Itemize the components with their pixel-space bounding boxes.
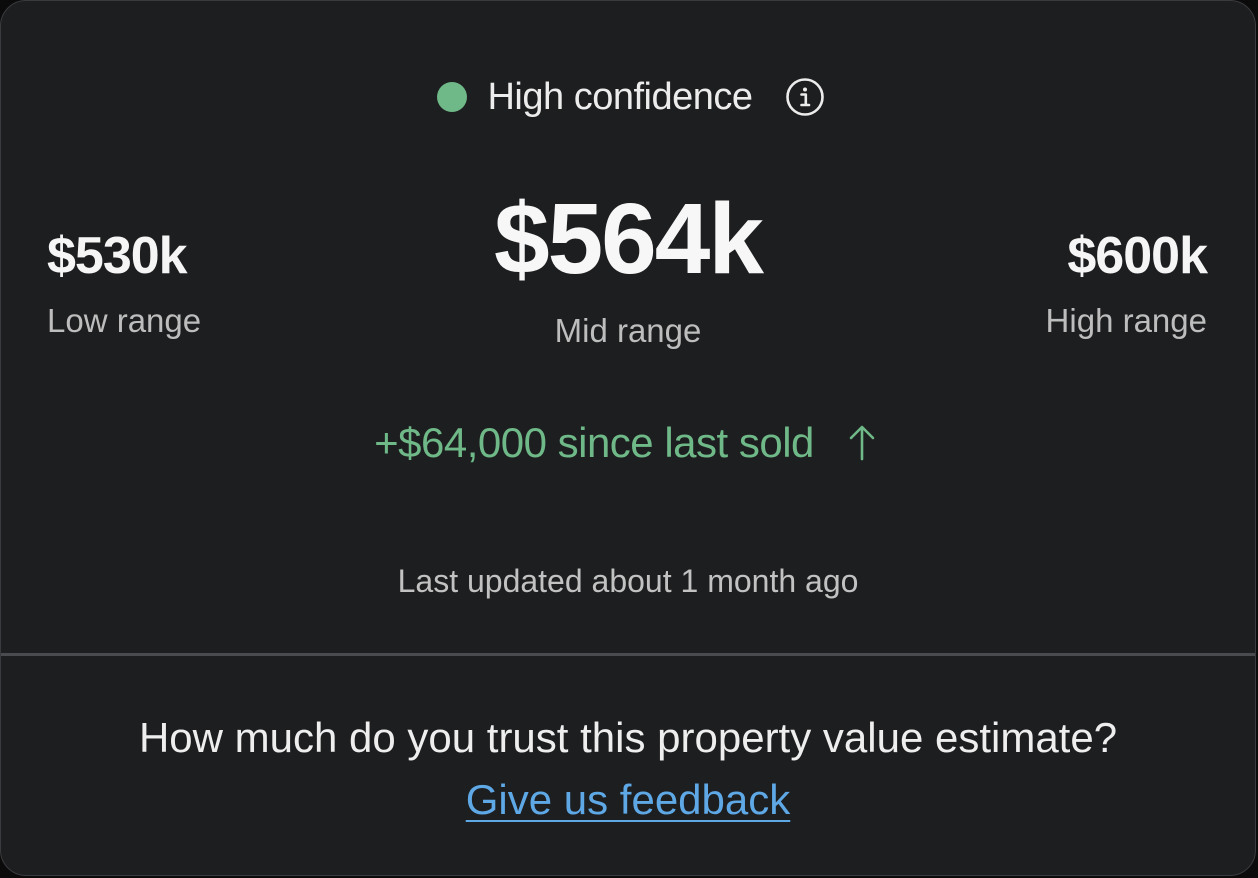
last-updated-text: Last updated about 1 month ago	[397, 563, 859, 599]
feedback-section: How much do you trust this property valu…	[1, 707, 1255, 831]
feedback-prompt: How much do you trust this property valu…	[138, 714, 1118, 761]
property-value-card: High confidence $530k Low range $564k Mi…	[0, 0, 1256, 876]
feedback-text: How much do you trust this property valu…	[128, 707, 1128, 831]
change-since-last-sold: +$64,000 since last sold	[1, 415, 1255, 471]
info-circle-icon[interactable]	[785, 77, 825, 117]
confidence-indicator: High confidence	[1, 71, 1255, 123]
change-text: +$64,000 since last sold	[374, 419, 814, 466]
high-range-estimate: $600k High range	[1045, 223, 1208, 343]
estimate-section: High confidence $530k Low range $564k Mi…	[1, 1, 1255, 655]
arrow-up-icon	[842, 421, 882, 465]
high-range-amount: $600k	[1067, 227, 1208, 285]
confidence-dot-icon	[437, 82, 468, 112]
confidence-label: High confidence	[487, 76, 753, 118]
give-feedback-link[interactable]: Give us feedback	[466, 776, 791, 823]
high-range-label: High range	[1045, 302, 1207, 339]
section-divider	[1, 653, 1255, 656]
